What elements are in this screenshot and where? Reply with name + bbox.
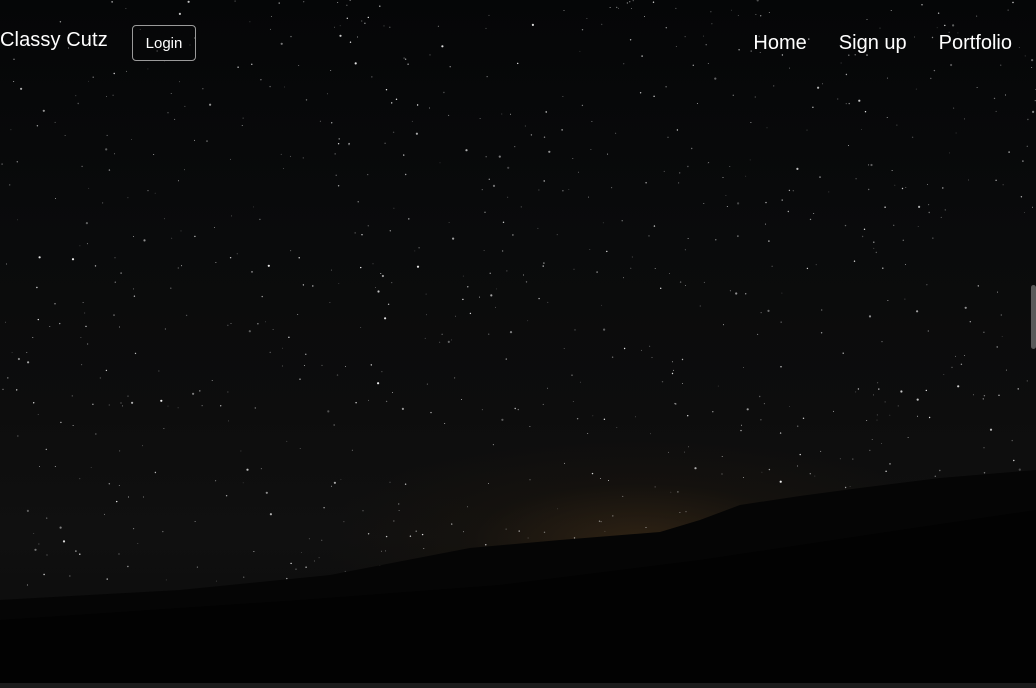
- nav-link-sign-up[interactable]: Sign up: [839, 32, 907, 55]
- horizontal-scrollbar[interactable]: [0, 683, 1036, 688]
- main-nav: Home Sign up Portfolio: [753, 32, 1012, 55]
- brand-logo[interactable]: Classy Cutz: [0, 29, 108, 52]
- hero-background: Classy Cutz Login Home Sign up Portfolio: [0, 0, 1036, 688]
- nav-link-portfolio[interactable]: Portfolio: [939, 32, 1012, 55]
- scrollbar-thumb[interactable]: [1031, 285, 1036, 349]
- mountain-silhouette: [0, 470, 1036, 688]
- nav-link-home[interactable]: Home: [753, 32, 806, 55]
- login-button[interactable]: Login: [132, 25, 196, 61]
